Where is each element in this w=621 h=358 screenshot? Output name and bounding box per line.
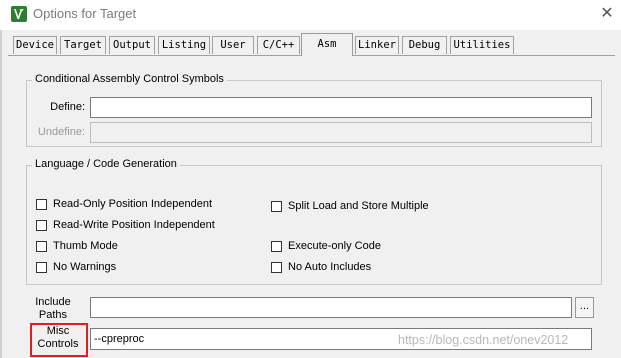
close-button[interactable]: ✕ — [596, 3, 618, 25]
tab-debug[interactable]: Debug — [402, 36, 447, 54]
define-label: Define: — [50, 101, 85, 113]
tab-user[interactable]: User — [212, 36, 254, 54]
thumb-mode-label: Thumb Mode — [53, 240, 118, 252]
tab-target[interactable]: Target — [60, 36, 106, 54]
misc-controls-highlight-box — [30, 323, 88, 357]
tab-asm[interactable]: Asm — [301, 33, 353, 56]
execute-only-label: Execute-only Code — [288, 240, 381, 252]
tab-linker[interactable]: Linker — [355, 36, 399, 54]
split-load-store-label: Split Load and Store Multiple — [288, 200, 429, 212]
tab-utilities[interactable]: Utilities — [450, 36, 514, 54]
read-only-pi-label: Read-Only Position Independent — [53, 198, 212, 210]
include-paths-label-line1: Include — [35, 296, 71, 308]
misc-controls-value[interactable]: --cpreproc — [94, 333, 144, 345]
window-left-edge — [0, 30, 2, 358]
language-code-generation-title: Language / Code Generation — [32, 158, 180, 170]
define-input[interactable] — [90, 97, 592, 118]
no-warnings-label: No Warnings — [53, 261, 117, 273]
tab-device[interactable]: Device — [13, 36, 57, 54]
include-paths-label: Include Paths — [28, 296, 78, 322]
include-paths-browse-button[interactable]: ... — [575, 297, 594, 318]
thumb-mode-checkbox[interactable] — [36, 241, 47, 252]
execute-only-checkbox[interactable] — [271, 241, 282, 252]
split-load-store-checkbox[interactable] — [271, 201, 282, 212]
read-only-pi-checkbox[interactable] — [36, 199, 47, 210]
no-warnings-checkbox[interactable] — [36, 262, 47, 273]
include-paths-input[interactable] — [90, 297, 572, 318]
conditional-assembly-title: Conditional Assembly Control Symbols — [32, 73, 227, 85]
read-write-pi-checkbox[interactable] — [36, 220, 47, 231]
tab-listing[interactable]: Listing — [158, 36, 210, 54]
window-title: Options for Target — [33, 6, 137, 21]
tab-c-cpp[interactable]: C/C++ — [257, 36, 300, 54]
no-auto-includes-checkbox[interactable] — [271, 262, 282, 273]
watermark: https://blog.csdn.net/onev2012 — [398, 333, 569, 347]
tab-output[interactable]: Output — [109, 36, 155, 54]
no-auto-includes-label: No Auto Includes — [288, 261, 372, 273]
read-write-pi-label: Read-Write Position Independent — [53, 219, 215, 231]
include-paths-label-line2: Paths — [38, 309, 68, 321]
uvision-icon — [11, 6, 27, 22]
undefine-input — [90, 122, 592, 143]
undefine-label: Undefine: — [37, 126, 85, 138]
